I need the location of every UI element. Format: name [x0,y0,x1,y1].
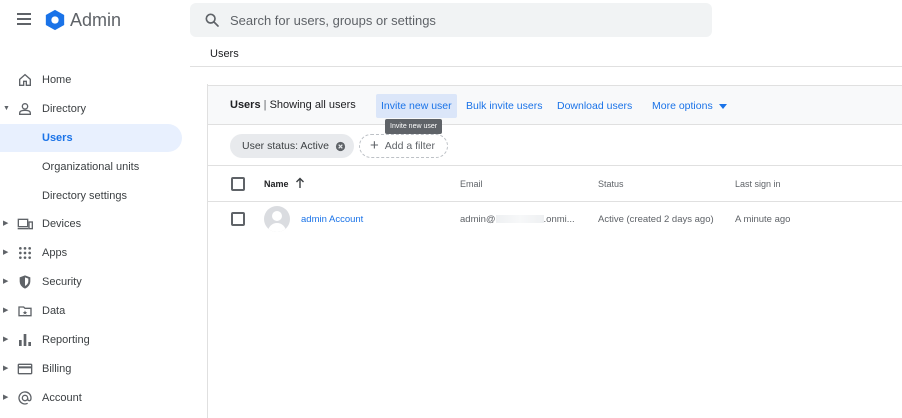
column-header-name[interactable]: Name [264,179,289,189]
hamburger-icon [17,13,31,15]
sidebar-item-label: Devices [42,218,82,230]
user-name-link[interactable]: admin Account [301,214,363,225]
select-all-checkbox[interactable] [231,177,245,191]
search-icon [205,13,219,27]
sidebar-item-label: Apps [42,247,68,259]
invite-new-user-button[interactable]: Invite new user [376,94,457,118]
sidebar-item-label: Directory [42,103,87,115]
sidebar-item-label: Organizational units [42,161,140,173]
data-icon [18,306,32,317]
caret-right-icon[interactable]: ▶ [3,307,11,315]
sidebar-item-label: Security [42,276,82,288]
top-bar: Admin [0,0,902,40]
main-menu-button[interactable] [14,10,34,30]
person-icon [19,103,31,115]
sidebar: Home ▼ Directory Users Organizational un… [0,66,190,418]
column-header-email: Email [460,179,483,189]
plus-icon: + [370,137,379,154]
credit-card-icon [17,363,33,375]
table-row[interactable]: admin Account admin@ .onmi... Active (cre… [208,203,902,236]
caret-right-icon[interactable]: ▶ [3,278,11,286]
email-suffix: .onmi... [543,214,575,225]
title-separator: | [263,99,267,111]
more-options-button[interactable]: More options [647,94,732,118]
sidebar-item-directory[interactable]: ▼ Directory [0,95,182,123]
card-subtitle: Showing all users [269,99,356,111]
app-title[interactable]: Admin [70,9,121,31]
sidebar-item-data[interactable]: ▶ Data [0,297,182,325]
sidebar-item-label: Account [42,392,82,404]
user-last-sign-in: A minute ago [735,214,791,225]
caret-right-icon[interactable]: ▶ [3,220,11,228]
more-options-label: More options [652,100,713,112]
home-icon [19,73,31,86]
row-checkbox[interactable] [231,212,245,226]
download-users-button[interactable]: Download users [552,94,637,118]
user-status: Active (created 2 days ago) [598,214,714,225]
sidebar-item-security[interactable]: ▶ Security [0,268,182,296]
sort-ascending-icon[interactable] [295,177,305,189]
sidebar-item-apps[interactable]: ▶ Apps [0,239,182,267]
caret-down-icon [718,103,727,109]
sidebar-item-account[interactable]: ▶ Account [0,384,182,412]
sidebar-item-reporting[interactable]: ▶ Reporting [0,326,182,354]
caret-right-icon[interactable]: ▶ [3,394,11,402]
sidebar-item-billing[interactable]: ▶ Billing [0,355,182,383]
redacted-region [495,215,544,224]
add-filter-button[interactable]: + Add a filter [359,134,448,158]
search-bar[interactable] [190,3,712,37]
column-header-status: Status [598,179,624,189]
add-filter-label: Add a filter [384,140,435,152]
sidebar-item-label: Data [42,305,66,317]
remove-filter-icon[interactable] [335,141,346,152]
users-toolbar: Users | Showing all users Invite new use… [208,85,902,125]
sidebar-item-home[interactable]: Home [0,66,182,94]
bulk-invite-users-button[interactable]: Bulk invite users [461,94,547,118]
sidebar-item-label: Reporting [42,334,90,346]
at-sign-icon [18,391,32,405]
sidebar-item-devices[interactable]: ▶ Devices [0,210,182,238]
search-input[interactable] [230,3,700,37]
card-title: Users | Showing all users [230,99,356,111]
sidebar-item-label: Home [42,74,72,86]
sidebar-item-label: Billing [42,363,72,375]
sidebar-item-users[interactable]: Users [0,124,182,152]
caret-down-icon[interactable]: ▼ [3,105,11,113]
bar-chart-icon [19,334,31,346]
filter-chip-label: User status: Active [242,140,329,152]
caret-right-icon[interactable]: ▶ [3,336,11,344]
caret-right-icon[interactable]: ▶ [3,365,11,373]
column-header-last-sign-in: Last sign in [735,179,781,189]
breadcrumb: Users [210,48,239,60]
header-divider [190,66,902,67]
table-header: Name Email Status Last sign in [208,167,902,202]
admin-logo-icon[interactable] [44,9,66,31]
avatar [264,206,290,232]
apps-grid-icon [19,247,31,259]
user-email: admin@ .onmi... [460,214,575,225]
email-prefix: admin@ [460,214,496,225]
filter-bar: User status: Active + Add a filter [208,126,902,166]
card-title-main: Users [230,99,261,111]
filter-chip-user-status[interactable]: User status: Active [230,134,354,158]
sidebar-item-label: Directory settings [42,190,127,202]
tooltip: Invite new user [385,119,443,134]
sidebar-item-directory-settings[interactable]: Directory settings [0,182,182,210]
devices-icon [17,218,33,230]
caret-right-icon[interactable]: ▶ [3,249,11,257]
sidebar-item-organizational-units[interactable]: Organizational units [0,153,182,181]
sidebar-item-label: Users [42,132,73,144]
shield-icon [19,275,31,289]
